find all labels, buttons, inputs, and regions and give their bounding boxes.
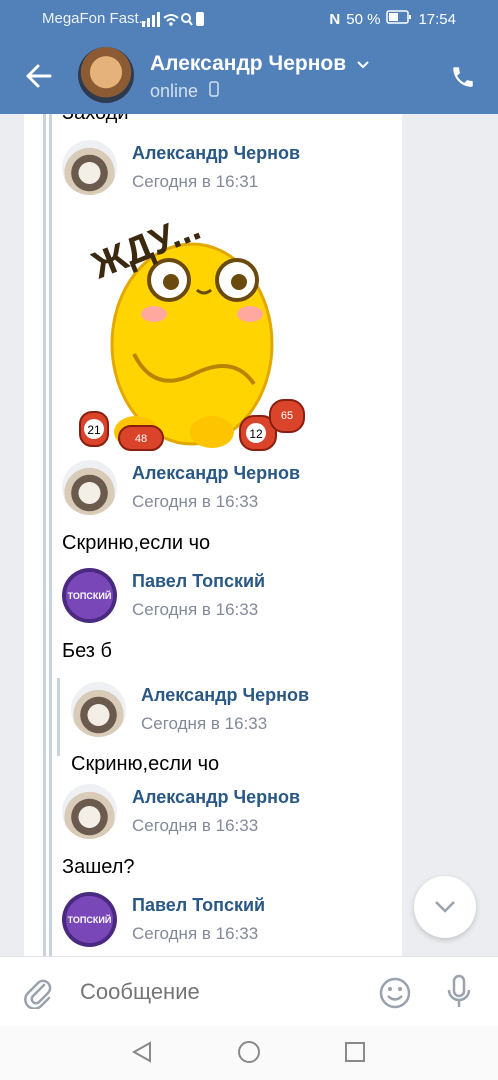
avatar[interactable] bbox=[62, 784, 117, 839]
message-time: Сегодня в 16:33 bbox=[132, 492, 259, 511]
mobile-icon bbox=[209, 81, 219, 102]
message-text: Скриню,если чо bbox=[62, 532, 211, 554]
message-list[interactable]: Заходи Александр Чернов Сегодня в 16:31 … bbox=[24, 114, 402, 956]
lotto-barrel: 21 bbox=[79, 411, 109, 447]
svg-text:21: 21 bbox=[87, 423, 101, 437]
phone-icon[interactable] bbox=[450, 64, 476, 95]
message-time: Сегодня в 16:33 bbox=[132, 924, 259, 943]
author-name[interactable]: Павел Топский bbox=[132, 895, 265, 916]
scroll-down-button[interactable] bbox=[414, 876, 476, 938]
author-name[interactable]: Александр Чернов bbox=[132, 463, 300, 484]
smile-icon[interactable] bbox=[378, 976, 412, 1015]
lotto-barrel: 65 bbox=[269, 399, 305, 433]
message-time: Сегодня в 16:33 bbox=[141, 714, 268, 733]
contact-status: online bbox=[150, 81, 219, 102]
author-name[interactable]: Павел Топский bbox=[132, 571, 265, 592]
message-time: Сегодня в 16:31 bbox=[132, 172, 259, 191]
sticker[interactable]: ЖДУ... 21 48 12 65 bbox=[74, 204, 306, 454]
chevron-down-icon bbox=[356, 52, 370, 76]
author-name[interactable]: Александр Чернов bbox=[141, 685, 309, 706]
paperclip-icon[interactable] bbox=[24, 977, 52, 1014]
message-composer bbox=[0, 956, 498, 1027]
microphone-icon[interactable] bbox=[446, 974, 472, 1015]
clock: 17:54 bbox=[418, 10, 456, 28]
chat-header: Александр Чернов online bbox=[0, 38, 498, 114]
forward-line bbox=[43, 114, 46, 956]
avatar[interactable]: ТОПСКИЙ bbox=[62, 568, 117, 623]
arrow-left-icon[interactable] bbox=[24, 62, 52, 95]
message-text: Заходи bbox=[62, 114, 129, 125]
svg-text:12: 12 bbox=[249, 427, 263, 441]
message-time: Сегодня в 16:33 bbox=[132, 816, 259, 835]
battery-label: 50 % bbox=[346, 10, 381, 28]
status-bar: MegaFon Fast... N 50 % 17:54 bbox=[0, 0, 498, 38]
author-name[interactable]: Александр Чернов bbox=[132, 787, 300, 808]
message-text: Зашел? bbox=[62, 856, 135, 878]
message-input[interactable] bbox=[78, 971, 352, 1013]
nfc-icon: N bbox=[329, 10, 341, 28]
quote-line bbox=[57, 678, 60, 756]
avatar[interactable] bbox=[62, 460, 117, 515]
contact-name[interactable]: Александр Чернов bbox=[150, 52, 370, 76]
carrier-label: MegaFon Fast... bbox=[42, 10, 152, 27]
recents-nav-icon[interactable] bbox=[343, 1040, 367, 1069]
chevron-down-icon bbox=[433, 899, 457, 920]
avatar[interactable] bbox=[71, 682, 126, 737]
signal-icon bbox=[142, 11, 204, 31]
forward-line bbox=[49, 114, 52, 956]
avatar[interactable] bbox=[62, 140, 117, 195]
battery-icon bbox=[386, 10, 412, 28]
svg-text:65: 65 bbox=[281, 410, 293, 422]
message-text: Без б bbox=[62, 640, 112, 662]
message-text: Скриню,если чо bbox=[71, 753, 220, 775]
system-nav-bar bbox=[0, 1026, 498, 1080]
back-nav-icon[interactable] bbox=[130, 1040, 154, 1069]
author-name[interactable]: Александр Чернов bbox=[132, 143, 300, 164]
avatar-label: ТОПСКИЙ bbox=[67, 914, 112, 925]
avatar[interactable]: ТОПСКИЙ bbox=[62, 892, 117, 947]
lotto-barrel: 48 bbox=[118, 425, 164, 451]
avatar[interactable] bbox=[78, 47, 134, 103]
svg-text:48: 48 bbox=[135, 433, 147, 445]
home-nav-icon[interactable] bbox=[237, 1040, 261, 1069]
message-time: Сегодня в 16:33 bbox=[132, 600, 259, 619]
avatar-label: ТОПСКИЙ bbox=[67, 590, 112, 601]
